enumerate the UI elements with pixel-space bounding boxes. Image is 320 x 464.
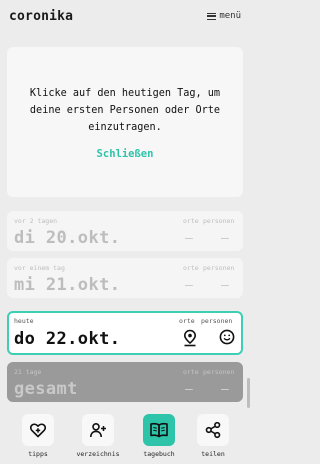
places-count: –	[185, 278, 193, 293]
menu-label: menü	[219, 11, 241, 21]
persons-header: personen	[203, 368, 235, 376]
tab-icon-wrapper	[82, 414, 114, 446]
app-title: coronika	[9, 9, 74, 24]
tab-verzeichnis[interactable]: verzeichnis	[76, 414, 120, 458]
places-header: orte	[183, 264, 199, 272]
day-relative-label: vor einem tag	[14, 264, 65, 272]
hint-card: Klicke auf den heutigen Tag, um deine er…	[7, 47, 243, 197]
persons-header: personen	[201, 317, 233, 325]
tab-icon-wrapper	[197, 414, 229, 446]
persons-total: –	[221, 382, 229, 397]
day-date: do 22.okt.	[14, 329, 121, 349]
hint-text: Klicke auf den heutigen Tag, um deine er…	[29, 88, 221, 133]
persons-count: –	[221, 231, 229, 246]
tab-label: verzeichnis	[76, 450, 120, 458]
tab-tipps[interactable]: tipps	[18, 414, 58, 458]
places-header: orte	[179, 317, 195, 325]
day-card-past[interactable]: vor einem tag mi 21.okt. orte personen –…	[7, 258, 243, 298]
tab-label: tipps	[28, 450, 48, 458]
smiley-icon[interactable]	[219, 329, 235, 345]
hamburger-icon	[207, 12, 217, 20]
places-count: –	[185, 231, 193, 246]
places-header: orte	[183, 217, 199, 225]
day-date: di 20.okt.	[14, 228, 121, 248]
add-person-icon	[90, 423, 106, 438]
day-relative-label: heute	[14, 317, 34, 325]
share-icon	[205, 421, 221, 439]
tab-icon-wrapper	[22, 414, 54, 446]
total-card: 21 tage gesamt orte personen – –	[7, 362, 243, 402]
book-icon	[150, 422, 168, 438]
tab-icon-wrapper	[143, 414, 175, 446]
total-title: gesamt	[14, 379, 78, 399]
persons-header: personen	[203, 217, 235, 225]
day-relative-label: vor 2 tagen	[14, 217, 58, 225]
close-button[interactable]: Schließen	[7, 148, 243, 160]
tab-teilen[interactable]: teilen	[193, 414, 233, 458]
menu-button[interactable]: menü	[207, 11, 241, 21]
top-bar: coronika menü	[0, 0, 250, 34]
bottom-tab-bar: tipps verzeichnis tagebuch teilen	[0, 408, 250, 464]
total-days-label: 21 tage	[14, 368, 42, 376]
persons-count: –	[221, 278, 229, 293]
places-total: –	[185, 382, 193, 397]
tab-label: teilen	[201, 450, 225, 458]
tab-label: tagebuch	[143, 450, 175, 458]
location-pin-icon[interactable]	[183, 329, 197, 347]
tab-tagebuch[interactable]: tagebuch	[139, 414, 179, 458]
day-date: mi 21.okt.	[14, 275, 121, 295]
heart-plus-icon	[29, 423, 47, 438]
day-card-today[interactable]: heute do 22.okt. orte personen	[7, 311, 243, 355]
places-header: orte	[183, 368, 199, 376]
day-card-past[interactable]: vor 2 tagen di 20.okt. orte personen – –	[7, 211, 243, 251]
persons-header: personen	[203, 264, 235, 272]
scrollbar[interactable]	[247, 378, 250, 408]
